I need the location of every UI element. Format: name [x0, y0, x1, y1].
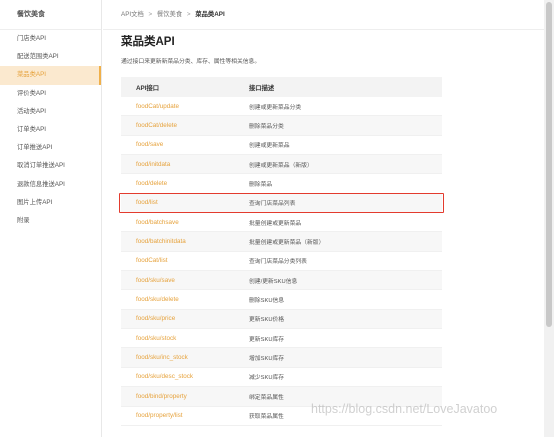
page-scrollbar[interactable]: [544, 0, 554, 437]
api-link[interactable]: foodCat/delete: [121, 122, 234, 129]
api-description: 删除菜品分类: [249, 124, 284, 131]
api-link[interactable]: food/delete: [121, 180, 234, 187]
api-link[interactable]: food/property/list: [121, 412, 234, 419]
watermark-text: https://blog.csdn.net/LoveJavatoo: [311, 402, 498, 416]
sidebar-item[interactable]: 门店类API: [0, 30, 101, 48]
api-link[interactable]: food/sku/desc_stock: [121, 373, 234, 380]
api-link[interactable]: food/batchinitdata: [121, 238, 234, 245]
api-link[interactable]: food/sku/price: [121, 315, 234, 322]
table-header: API接口 接口描述: [121, 77, 442, 97]
table-row: food/batchsave 批量创建或更新菜品: [121, 213, 442, 233]
table-row: food/sku/delete 删除SKU信息: [121, 290, 442, 310]
table-row: food/sku/inc_stock 增加SKU库存: [121, 348, 442, 368]
sidebar-item[interactable]: 取消订单推送API: [0, 157, 101, 175]
breadcrumb-separator: >: [148, 11, 153, 18]
table-row: food/sku/desc_stock 减少SKU库存: [121, 368, 442, 388]
api-description: 删除SKU信息: [249, 298, 285, 305]
table-row: food/initdata 创建或更新菜品（新版）: [121, 155, 442, 175]
sidebar-item[interactable]: 附录: [0, 212, 101, 230]
sidebar: 餐饮美食 门店类API 配送范围类API 菜品类API 评价类API 活动类API 订单类…: [0, 0, 102, 437]
api-description: 创建或更新菜品（新版）: [249, 162, 313, 169]
table-row: food/batchinitdata 批量创建或更新菜品（新版）: [121, 232, 442, 252]
api-description: 绑定菜品属性: [249, 394, 284, 401]
page-title: 菜品类API: [121, 36, 175, 48]
sidebar-header: 餐饮美食: [0, 0, 101, 30]
api-description: 删除菜品: [249, 182, 273, 189]
api-description: 更新SKU库存: [249, 336, 285, 343]
breadcrumb-item-docs[interactable]: API文档: [121, 11, 144, 18]
table-row: food/delete 删除菜品: [121, 174, 442, 194]
sidebar-item[interactable]: 图片上传API: [0, 194, 101, 212]
api-description: 更新SKU价格: [249, 317, 285, 324]
table-body: foodCat/update 创建或更新菜品分类 foodCat/delete 删除菜…: [119, 97, 444, 426]
column-header-api: API接口: [136, 84, 160, 92]
breadcrumb: API文档 > 餐饮美食 > 菜品类API: [103, 0, 544, 30]
api-description: 查询门店菜品分类列表: [249, 259, 307, 266]
table-row: foodCat/update 创建或更新菜品分类: [121, 97, 442, 117]
api-link[interactable]: foodCat/update: [121, 103, 234, 110]
api-description: 创建或更新菜品: [249, 143, 290, 150]
api-link[interactable]: food/sku/inc_stock: [121, 354, 234, 361]
table-row: food/save 创建或更新菜品: [121, 136, 442, 156]
api-description: 减少SKU库存: [249, 375, 285, 382]
scrollbar-thumb[interactable]: [546, 2, 552, 327]
sidebar-item[interactable]: 菜品类API: [0, 66, 101, 85]
breadcrumb-item-current: 菜品类API: [195, 11, 225, 18]
breadcrumb-item-category[interactable]: 餐饮美食: [157, 11, 182, 18]
sidebar-item[interactable]: 订单推送API: [0, 139, 101, 157]
api-description: 批量创建或更新菜品: [249, 220, 302, 227]
api-description: 批量创建或更新菜品（新版）: [249, 240, 325, 247]
api-description: 增加SKU库存: [249, 356, 285, 363]
table-row: foodCat/list 查询门店菜品分类列表: [121, 252, 442, 272]
table-row: food/sku/save 创建/更新SKU信息: [121, 271, 442, 291]
table-row-highlighted: food/list 查询门店菜品列表: [119, 192, 444, 214]
sidebar-item[interactable]: 退款信息推送API: [0, 176, 101, 194]
api-link[interactable]: food/sku/delete: [121, 296, 234, 303]
page-description: 通过接口来更新新菜品分类、库存、属性等相关信息。: [121, 59, 261, 65]
api-link[interactable]: food/save: [121, 141, 234, 148]
api-link[interactable]: foodCat/list: [121, 257, 234, 264]
api-link[interactable]: food/bind/property: [121, 393, 234, 400]
api-link[interactable]: food/sku/stock: [121, 335, 234, 342]
sidebar-item[interactable]: 订单类API: [0, 121, 101, 139]
column-header-description: 接口描述: [249, 84, 275, 92]
api-link[interactable]: food/list: [121, 199, 234, 206]
api-table: API接口 接口描述 foodCat/update 创建或更新菜品分类 foodCa…: [119, 77, 444, 426]
table-row: foodCat/delete 删除菜品分类: [121, 116, 442, 136]
sidebar-item[interactable]: 配送范围类API: [0, 48, 101, 66]
sidebar-item[interactable]: 活动类API: [0, 103, 101, 121]
table-row: food/sku/price 更新SKU价格: [121, 309, 442, 330]
api-description: 创建/更新SKU信息: [249, 278, 298, 285]
sidebar-item[interactable]: 评价类API: [0, 85, 101, 103]
api-description: 查询门店菜品列表: [249, 201, 296, 208]
breadcrumb-separator: >: [186, 11, 191, 18]
table-row: food/sku/stock 更新SKU库存: [121, 329, 442, 349]
api-link[interactable]: food/initdata: [121, 161, 234, 168]
api-link[interactable]: food/sku/save: [121, 277, 234, 284]
api-link[interactable]: food/batchsave: [121, 219, 234, 226]
main-content: API文档 > 餐饮美食 > 菜品类API 菜品类API 通过接口来更新新菜品分…: [103, 0, 544, 437]
sidebar-menu: 门店类API 配送范围类API 菜品类API 评价类API 活动类API 订单类API 订单…: [0, 30, 101, 230]
api-description: 创建或更新菜品分类: [249, 104, 302, 111]
